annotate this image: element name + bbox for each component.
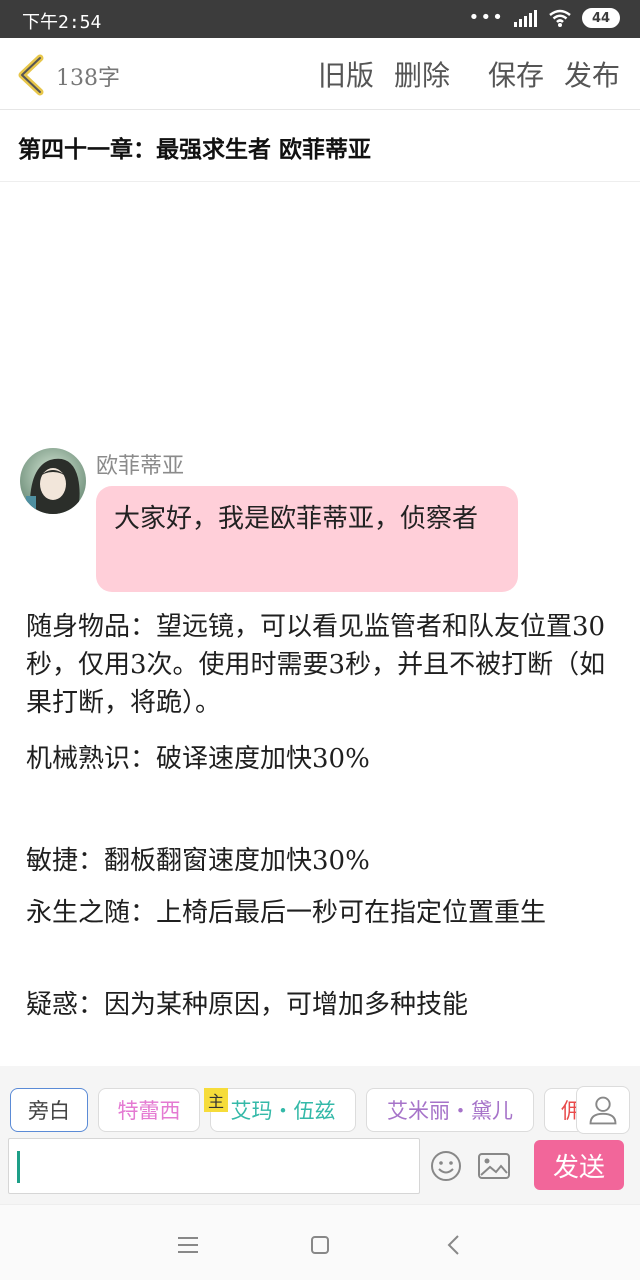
status-time: 下午2:54 [22, 12, 102, 33]
word-count: 138字 [56, 66, 120, 91]
chapter-title[interactable]: 第四十一章：最强求生者 欧菲蒂亚 [18, 130, 371, 164]
character-chip-emma[interactable]: 艾玛・伍兹 [210, 1088, 356, 1132]
more-dots-icon: ••• [468, 7, 504, 28]
send-button[interactable]: 发送 [534, 1140, 624, 1190]
character-chip-emily[interactable]: 艾米丽・黛儿 [366, 1088, 534, 1132]
status-icons: ••• 44 [468, 8, 620, 28]
publish-button[interactable]: 发布 [564, 54, 620, 94]
character-chip-tracy[interactable]: 特蕾西 [98, 1088, 200, 1132]
paragraph-skill-3[interactable]: 永生之随：上椅后最后一秒可在指定位置重生 [26, 894, 616, 932]
paragraph-skill-1[interactable]: 机械熟识：破译速度加快30% [26, 740, 616, 778]
message-input[interactable] [8, 1138, 420, 1194]
old-version-button[interactable]: 旧版 [318, 54, 374, 94]
status-bar: 下午2:54 ••• 44 [0, 0, 640, 38]
paragraph-skill-4[interactable]: 疑惑：因为某种原因，可增加多种技能 [26, 986, 616, 1024]
character-avatar[interactable] [20, 448, 86, 514]
battery-icon: 44 [582, 8, 620, 28]
text-caret [17, 1151, 20, 1183]
character-chip-narration[interactable]: 旁白 [10, 1088, 88, 1132]
main-character-badge: 主 [204, 1088, 228, 1112]
chapter-header: 第四十一章：最强求生者 欧菲蒂亚 [0, 110, 640, 182]
wifi-icon [549, 9, 571, 27]
signal-icon [514, 10, 537, 27]
dialog-bubble[interactable]: 大家好，我是欧菲蒂亚，侦察者 [96, 486, 518, 592]
speaker-name: 欧菲蒂亚 [96, 454, 185, 479]
home-icon[interactable] [302, 1227, 338, 1263]
image-icon[interactable] [476, 1148, 512, 1184]
battery-level: 44 [591, 10, 611, 26]
emoji-icon[interactable] [428, 1148, 464, 1184]
person-icon[interactable] [576, 1086, 630, 1134]
dialog-text: 大家好，我是欧菲蒂亚，侦察者 [114, 504, 479, 534]
nav-back-icon[interactable] [436, 1227, 472, 1263]
menu-icon[interactable] [170, 1227, 206, 1263]
paragraph-skill-2[interactable]: 敏捷：翻板翻窗速度加快30% [26, 842, 616, 880]
editor-toolbar: 138字 旧版 删除 保存 发布 [0, 38, 640, 110]
paragraph-item[interactable]: 随身物品：望远镜，可以看见监管者和队友位置30秒，仅用3次。使用时需要3秒，并且… [26, 608, 616, 722]
save-button[interactable]: 保存 [488, 54, 544, 94]
system-nav-bar [0, 1204, 640, 1280]
back-arrow-icon[interactable] [14, 54, 48, 96]
delete-button[interactable]: 删除 [394, 54, 450, 94]
